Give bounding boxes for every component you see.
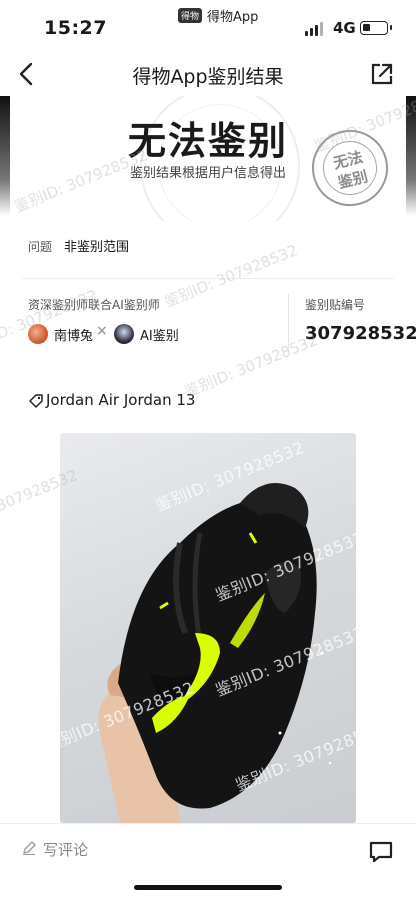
serial-label: 鉴别贴编号 (305, 298, 366, 312)
comment-input[interactable]: 写评论 (43, 839, 88, 860)
question-label: 问题 (28, 240, 53, 254)
status-bar: 15:27 得物 得物App 4G (0, 0, 416, 52)
serial-number: 307928532 (305, 323, 416, 344)
question-value: 非鉴别范围 (64, 240, 130, 255)
product-photo[interactable]: 鉴别ID: 307928532 鉴别ID: 307928532 鉴别ID: 30… (60, 433, 356, 823)
signal-icon (305, 22, 323, 36)
network-type: 4G (333, 19, 356, 37)
product-name: Jordan Air Jordan 13 (46, 391, 196, 409)
bottom-bar: 写评论 (0, 823, 416, 900)
expert-name: 南博兔 (54, 329, 94, 344)
tag-icon (29, 394, 43, 408)
app-indicator-label: 得物App (207, 10, 259, 25)
pen-icon (23, 841, 36, 855)
page-watermark: 鉴别ID: 307928532 (181, 331, 321, 401)
nav-bar: 得物App鉴别结果 (0, 52, 416, 96)
times-icon: × (96, 323, 108, 339)
app-indicator: 得物 得物App (178, 6, 258, 25)
home-indicator[interactable] (134, 885, 282, 890)
status-time: 15:27 (44, 17, 107, 39)
ai-appraiser-name: AI鉴别 (140, 329, 179, 344)
share-icon[interactable] (370, 62, 394, 86)
chat-icon[interactable] (368, 840, 394, 864)
page-watermark: 鉴别ID: 307928532 (161, 241, 301, 311)
ai-avatar (114, 324, 134, 344)
app-logo-icon: 得物 (178, 8, 203, 23)
page-title: 得物App鉴别结果 (132, 66, 284, 88)
battery-icon (360, 21, 392, 35)
